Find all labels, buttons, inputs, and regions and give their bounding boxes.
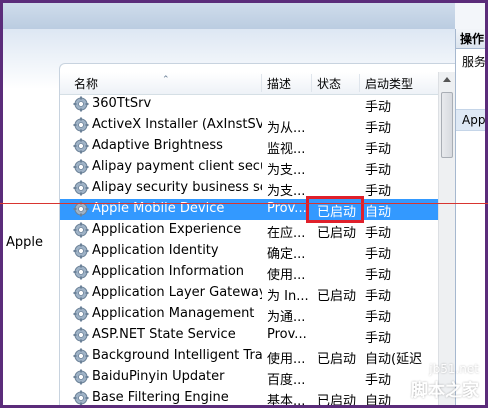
annotation-line [0, 203, 488, 204]
service-name: Background Intelligent Tra... [92, 348, 262, 363]
actions-item-selected-service[interactable]: App [456, 109, 485, 131]
column-header-startup-type[interactable]: 启动类型 [365, 75, 413, 92]
service-description: 在应... [267, 226, 306, 241]
service-name: Alipay payment client secur... [92, 159, 262, 174]
service-row[interactable]: BaiduPinyin Updater 百度... 手动 [60, 367, 438, 388]
window-frame: Apple 操作 服务 App ⌃ 名称 描述 状态 启动类型 360TtSrv… [3, 3, 485, 405]
service-startup-type: 手动 [365, 310, 392, 325]
service-name: Application Information [92, 264, 245, 279]
actions-header: 操作 [456, 29, 485, 49]
service-row[interactable]: Application Information 使用... 手动 [60, 262, 438, 283]
service-startup-type: 手动 [365, 184, 392, 199]
service-description: 使用... [267, 352, 306, 367]
service-status: 已启动 [317, 226, 357, 241]
service-status: 已启动 [317, 394, 357, 405]
service-name: Application Experience [92, 222, 242, 237]
service-description: 基本... [267, 394, 306, 405]
service-description: 使用... [267, 268, 306, 283]
status-highlight-box [306, 196, 364, 223]
column-divider[interactable] [359, 74, 360, 92]
service-name: Alipay security business ser... [92, 180, 262, 195]
left-pane-label: Apple [6, 235, 44, 250]
service-row[interactable]: Alipay security business ser... 为支... 手动 [60, 178, 438, 199]
service-row[interactable]: ASP.NET State Service Prov... 手动 [60, 325, 438, 346]
service-name: Adaptive Brightness [92, 138, 223, 153]
services-list: ⌃ 名称 描述 状态 启动类型 360TtSrv 手动 ActiveX Instal… [59, 63, 455, 405]
gear-icon [73, 96, 89, 112]
gear-icon [73, 369, 89, 385]
watermark-name: 脚本之家 [411, 381, 479, 401]
service-startup-type: 手动 [365, 247, 392, 262]
column-header-name[interactable]: 名称 [74, 75, 98, 92]
service-name: BaiduPinyin Updater [92, 369, 225, 384]
column-header-description[interactable]: 描述 [267, 75, 291, 92]
service-startup-type: 手动 [365, 163, 392, 178]
gear-icon [73, 243, 89, 259]
actions-panel: 操作 服务 App [455, 29, 485, 405]
gear-icon [73, 327, 89, 343]
service-description: 监视... [267, 142, 306, 157]
service-row[interactable]: 360TtSrv 手动 [60, 94, 438, 115]
service-row[interactable]: Alipay payment client secur... 为支... 手动 [60, 157, 438, 178]
service-description: 确定... [267, 247, 306, 262]
gear-icon [73, 138, 89, 154]
service-name: Application Identity [92, 243, 219, 258]
service-startup-type: 手动 [365, 121, 392, 136]
service-description: 为支... [267, 184, 306, 199]
service-row[interactable]: Background Intelligent Tra... 使用... 已启动 自动(… [60, 346, 438, 367]
column-header-status[interactable]: 状态 [317, 75, 341, 92]
gear-icon [73, 222, 89, 238]
service-startup-type: 手动 [365, 331, 392, 346]
service-startup-type: 手动 [365, 289, 392, 304]
service-name: ActiveX Installer (AxInstSV) [92, 117, 262, 132]
service-description: 百度... [267, 373, 306, 388]
gear-icon [73, 390, 89, 405]
service-name: Application Layer Gateway ... [92, 285, 262, 300]
service-name: Application Management [92, 306, 255, 321]
sort-ascending-icon: ⌃ [162, 75, 170, 85]
service-row[interactable]: Application Management 为通... 手动 [60, 304, 438, 325]
service-description: 为通... [267, 310, 306, 325]
gear-icon [73, 180, 89, 196]
actions-item-services[interactable]: 服务 [456, 51, 485, 73]
service-description: Prov... [267, 327, 307, 342]
column-header-row: ⌃ 名称 描述 状态 启动类型 [60, 72, 438, 95]
column-divider[interactable] [261, 74, 262, 92]
title-band [3, 3, 455, 31]
service-startup-type: 手动 [365, 226, 392, 241]
service-row[interactable]: Application Layer Gateway ... 为 In... 已启动手… [60, 283, 438, 304]
service-status: 已启动 [317, 289, 357, 304]
service-row[interactable]: Application Identity 确定... 手动 [60, 241, 438, 262]
service-row[interactable]: ActiveX Installer (AxInstSV) 为从... 手动 [60, 115, 438, 136]
service-startup-type: 手动 [365, 100, 392, 115]
gear-icon [73, 264, 89, 280]
service-name: ASP.NET State Service [92, 327, 236, 342]
service-startup-type: 手动 [365, 268, 392, 283]
vertical-scrollbar[interactable] [438, 72, 455, 405]
gear-icon [73, 117, 89, 133]
scroll-up-arrow-icon[interactable] [443, 77, 451, 82]
service-description: 为 In... [267, 289, 309, 304]
watermark-url: jb51.net [429, 362, 479, 376]
service-row[interactable]: Base Filtering Engine 基本... 已启动 自动 [60, 388, 438, 405]
service-row[interactable]: Adaptive Brightness 监视... 手动 [60, 136, 438, 157]
gear-icon [73, 306, 89, 322]
gear-icon [73, 348, 89, 364]
service-name: 360TtSrv [92, 96, 152, 111]
service-description: 为支... [267, 163, 306, 178]
gear-icon [73, 159, 89, 175]
gear-icon [73, 285, 89, 301]
watermark: jb51.net 脚本之家 [411, 362, 479, 401]
service-status: 已启动 [317, 352, 357, 367]
service-description: 为从... [267, 121, 306, 136]
service-name: Base Filtering Engine [92, 390, 229, 405]
service-row[interactable]: Application Experience 在应... 已启动 手动 [60, 220, 438, 241]
column-divider[interactable] [311, 74, 312, 92]
scrollbar-thumb[interactable] [441, 92, 453, 158]
service-rows: 360TtSrv 手动 ActiveX Installer (AxInstSV) 为从… [60, 94, 438, 405]
service-startup-type: 手动 [365, 142, 392, 157]
